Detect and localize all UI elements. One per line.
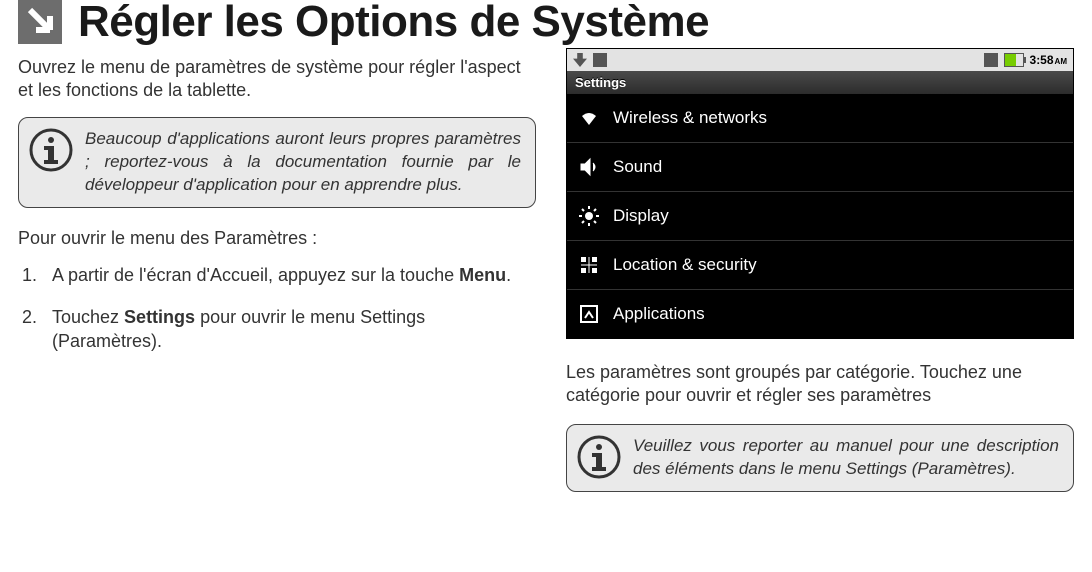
step-after: .: [506, 265, 511, 285]
settings-list: Wireless & networks Sound Display: [567, 94, 1073, 338]
settings-item-label: Display: [613, 206, 669, 226]
steps-list: A partir de l'écran d'Accueil, appuyez s…: [18, 263, 536, 354]
wifi-icon: [579, 108, 599, 128]
info-box-1: Beaucoup d'applications auront leurs pro…: [18, 117, 536, 208]
display-icon: [579, 206, 599, 226]
left-column: Ouvrez le menu de paramètres de système …: [18, 48, 536, 512]
document-page: Régler les Options de Système Ouvrez le …: [0, 0, 1092, 572]
settings-item-wireless[interactable]: Wireless & networks: [567, 94, 1073, 143]
time-value: 3:58: [1030, 53, 1054, 67]
battery-icon: [1004, 53, 1024, 67]
content-columns: Ouvrez le menu de paramètres de système …: [18, 48, 1074, 512]
settings-item-label: Wireless & networks: [613, 108, 767, 128]
status-right: 3:58AM: [984, 53, 1067, 67]
settings-header: Settings: [567, 71, 1073, 94]
settings-item-label: Location & security: [613, 255, 757, 275]
info-box-2: Veuillez vous reporter au manuel pour un…: [566, 424, 1074, 492]
right-column: 3:58AM Settings Wireless & networks: [566, 48, 1074, 512]
status-time: 3:58AM: [1030, 53, 1067, 67]
step-text: Touchez Settings pour ouvrir le menu Set…: [52, 307, 425, 351]
location-icon: [579, 255, 599, 275]
settings-item-display[interactable]: Display: [567, 192, 1073, 241]
settings-item-label: Applications: [613, 304, 705, 324]
post-screenshot-text: Les paramètres sont groupés par catégori…: [566, 361, 1074, 408]
step-before: Touchez: [52, 307, 124, 327]
step-bold: Settings: [124, 307, 195, 327]
info-text-2: Veuillez vous reporter au manuel pour un…: [633, 435, 1059, 481]
step-item: A partir de l'écran d'Accueil, appuyez s…: [42, 263, 536, 287]
info-icon: [29, 128, 73, 172]
status-left-icons: [573, 53, 607, 67]
status-bar: 3:58AM: [567, 49, 1073, 71]
tablet-screenshot: 3:58AM Settings Wireless & networks: [566, 48, 1074, 339]
sd-card-icon: [984, 53, 998, 67]
step-bold: Menu: [459, 265, 506, 285]
intro-paragraph: Ouvrez le menu de paramètres de système …: [18, 56, 536, 101]
sound-icon: [579, 157, 599, 177]
info-text-1: Beaucoup d'applications auront leurs pro…: [85, 128, 521, 197]
notification-icon: [593, 53, 607, 67]
time-ampm: AM: [1055, 57, 1067, 66]
apps-icon: [579, 304, 599, 324]
settings-item-location[interactable]: Location & security: [567, 241, 1073, 290]
arrow-down-right-icon: [18, 0, 62, 44]
instructions-heading: Pour ouvrir le menu des Paramètres :: [18, 228, 536, 249]
settings-item-sound[interactable]: Sound: [567, 143, 1073, 192]
download-icon: [573, 53, 587, 67]
settings-item-label: Sound: [613, 157, 662, 177]
step-text: A partir de l'écran d'Accueil, appuyez s…: [52, 265, 511, 285]
title-row: Régler les Options de Système: [18, 0, 1074, 44]
info-icon: [577, 435, 621, 479]
step-item: Touchez Settings pour ouvrir le menu Set…: [42, 305, 536, 354]
page-title: Régler les Options de Système: [78, 0, 709, 44]
settings-item-applications[interactable]: Applications: [567, 290, 1073, 338]
step-before: A partir de l'écran d'Accueil, appuyez s…: [52, 265, 459, 285]
